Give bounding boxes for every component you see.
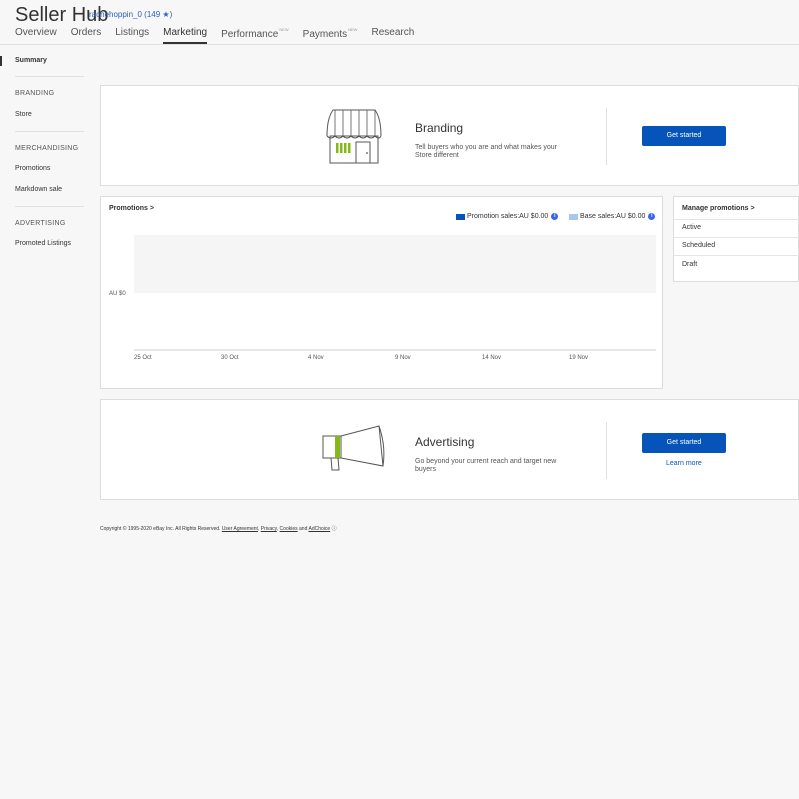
promotions-card: Promotions > Promotion sales:AU $0.00 i …	[100, 196, 663, 389]
tab-marketing[interactable]: Marketing	[163, 27, 208, 44]
promotions-chart: AU $0 25 Oct 30 Oct 4 Nov 9 Nov 14 Nov 19 Nov	[109, 235, 656, 361]
x-tick-label: 30 Oct	[221, 355, 239, 361]
store-icon	[326, 109, 382, 164]
x-tick-label: 14 Nov	[482, 355, 501, 361]
advertising-card: Advertising Go beyond your current reach…	[100, 399, 799, 500]
y-tick-label: AU $0	[109, 291, 126, 297]
manage-item-draft[interactable]: Draft	[682, 261, 697, 268]
tab-label: Marketing	[163, 27, 208, 38]
tab-label: Performance	[221, 29, 279, 40]
new-badge: NEW	[348, 27, 358, 32]
tab-label: Overview	[15, 27, 57, 38]
chart-plot-area	[134, 235, 656, 293]
adchoice-icon[interactable]: ⓘ	[332, 526, 337, 532]
new-badge: NEW	[279, 27, 289, 32]
tab-label: Listings	[115, 27, 150, 38]
sidebar-item-promotions[interactable]: Promotions	[15, 165, 50, 172]
manage-promotions-title: Manage promotions	[682, 205, 749, 212]
megaphone-icon	[322, 425, 385, 471]
footer-and: and	[299, 526, 308, 532]
adchoice-link[interactable]: AdChoice	[308, 526, 330, 532]
divider	[674, 255, 799, 256]
sidebar-heading-advertising: ADVERTISING	[15, 220, 66, 227]
active-marker	[0, 56, 2, 66]
sidebar-item-promoted-listings[interactable]: Promoted Listings	[15, 240, 71, 247]
manage-promotions-card: Manage promotions > Active Scheduled Dra…	[673, 196, 799, 282]
sidebar-item-summary[interactable]: Summary	[15, 57, 47, 64]
tab-label: Payments	[302, 29, 348, 40]
tab-performance[interactable]: PerformanceNEW	[221, 27, 289, 44]
card-divider	[606, 108, 607, 165]
advertising-title: Advertising	[415, 435, 475, 449]
x-tick-label: 25 Oct	[134, 355, 152, 361]
user-agreement-link[interactable]: User Agreement	[222, 526, 258, 532]
card-divider	[606, 422, 607, 479]
user-rating: (149 ★)	[144, 10, 173, 19]
privacy-link[interactable]: Privacy	[261, 526, 277, 532]
advertising-description: Go beyond your current reach and target …	[415, 458, 557, 473]
sidebar-heading-merchandising: MERCHANDISING	[15, 145, 79, 152]
footer: Copyright © 1995-2020 eBay Inc. All Righ…	[100, 526, 337, 532]
advertising-get-started-button[interactable]: Get started	[642, 433, 726, 453]
manage-promotions-link[interactable]: Manage promotions >	[682, 205, 755, 212]
sidebar-item-markdown-sale[interactable]: Markdown sale	[15, 186, 62, 193]
tab-research[interactable]: Research	[371, 27, 414, 44]
tab-payments[interactable]: PaymentsNEW	[303, 27, 358, 44]
sidebar-heading-branding: BRANDING	[15, 90, 55, 97]
divider	[674, 237, 799, 238]
divider	[674, 219, 799, 220]
sidebar-item-store[interactable]: Store	[15, 111, 32, 118]
x-tick-label: 4 Nov	[308, 355, 324, 361]
branding-get-started-button[interactable]: Get started	[642, 126, 726, 146]
chevron-right-icon: >	[750, 205, 755, 212]
tab-label: Orders	[70, 27, 102, 38]
manage-item-active[interactable]: Active	[682, 224, 701, 231]
tab-orders[interactable]: Orders	[71, 27, 102, 44]
cookies-link[interactable]: Cookies	[280, 526, 298, 532]
tab-label: Research	[371, 27, 415, 38]
learn-more-link[interactable]: Learn more	[666, 460, 702, 467]
branding-card: Branding Tell buyers who you are and wha…	[100, 85, 799, 186]
sidebar-divider	[15, 206, 84, 207]
header: Seller Hub rachehoppin_0 (149 ★) Overvie…	[0, 0, 799, 45]
branding-description: Tell buyers who you are and what makes y…	[415, 144, 558, 159]
nav-tabs: Overview Orders Listings Marketing Perfo…	[15, 27, 428, 44]
x-tick-label: 9 Nov	[395, 355, 411, 361]
user-name[interactable]: rachehoppin_0	[89, 10, 142, 19]
copyright: Copyright © 1995-2020 eBay Inc. All Righ…	[100, 526, 221, 532]
user-link[interactable]: rachehoppin_0 (149 ★)	[89, 10, 172, 19]
tab-listings[interactable]: Listings	[115, 27, 149, 44]
x-tick-label: 19 Nov	[569, 355, 588, 361]
tab-overview[interactable]: Overview	[15, 27, 57, 44]
branding-title: Branding	[415, 121, 464, 135]
manage-item-scheduled[interactable]: Scheduled	[682, 242, 715, 249]
sidebar-divider	[15, 76, 84, 77]
sidebar-divider	[15, 131, 84, 132]
